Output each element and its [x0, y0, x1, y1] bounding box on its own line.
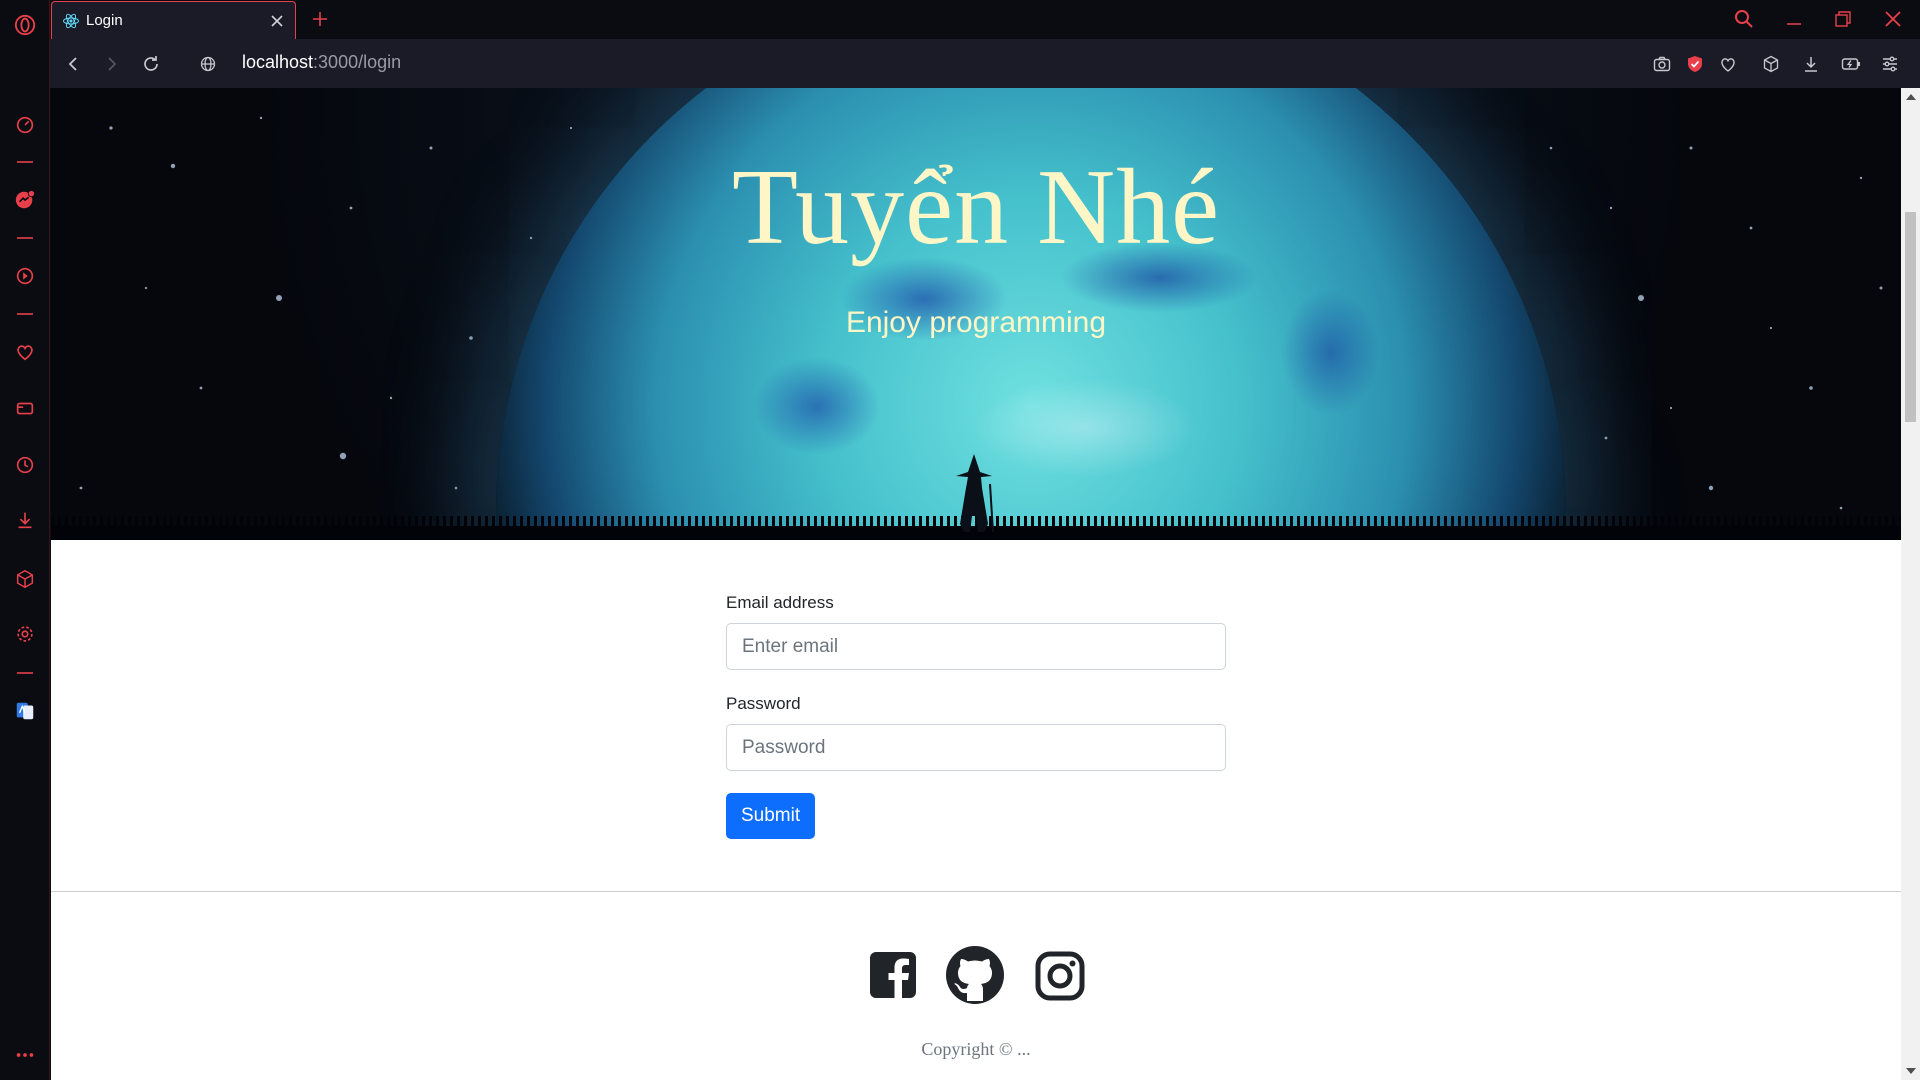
scroll-up-arrow-icon[interactable]: [1906, 94, 1916, 100]
tabs-icon[interactable]: [12, 396, 38, 422]
instagram-icon[interactable]: [1034, 950, 1086, 1002]
address-bar-row: localhost:3000/login: [50, 39, 1920, 88]
opera-logo-icon[interactable]: [12, 12, 38, 38]
back-arrow-icon[interactable]: [60, 51, 86, 77]
history-icon[interactable]: [12, 452, 38, 478]
tab-login[interactable]: Login: [51, 1, 296, 39]
tab-strip: Login: [50, 0, 1920, 39]
minimize-icon[interactable]: [1777, 6, 1811, 32]
more-options-icon[interactable]: [12, 1042, 38, 1068]
footer-divider: [51, 891, 1901, 892]
sidebar-separator: [17, 313, 33, 315]
close-window-icon[interactable]: [1876, 6, 1910, 32]
new-tab-icon[interactable]: [308, 7, 332, 31]
github-icon[interactable]: [944, 944, 1006, 1006]
facebook-icon[interactable]: [868, 950, 918, 1000]
search-tabs-icon[interactable]: [1727, 6, 1761, 32]
extensions-icon[interactable]: [12, 566, 38, 592]
settings-gear-icon[interactable]: [12, 621, 38, 647]
hero-title: Tuyển Nhé: [731, 148, 1221, 267]
witch-silhouette: [956, 454, 994, 533]
sidebar-separator: [17, 237, 33, 239]
url-host: localhost: [242, 52, 314, 72]
download-icon[interactable]: [1799, 52, 1823, 76]
sidebar-separator: [17, 672, 33, 674]
login-form: Email address Password Submit: [726, 593, 1226, 839]
speed-dial-icon[interactable]: [12, 112, 38, 138]
url-field[interactable]: localhost:3000/login: [242, 52, 401, 73]
restore-icon[interactable]: [1826, 6, 1860, 32]
sidebar-separator: [17, 161, 33, 163]
password-field[interactable]: [726, 724, 1226, 771]
submit-button[interactable]: Submit: [726, 793, 816, 839]
password-label: Password: [726, 694, 801, 713]
extensions-cube-icon[interactable]: [1759, 52, 1783, 76]
bookmark-heart-icon[interactable]: [1716, 52, 1740, 76]
hero-subtitle: Enjoy programming: [845, 306, 1107, 339]
snapshot-camera-icon[interactable]: [1650, 52, 1674, 76]
heart-icon[interactable]: [12, 339, 38, 365]
email-label: Email address: [726, 593, 834, 612]
react-icon: [63, 13, 79, 28]
browser-sidebar: [0, 0, 50, 1080]
player-icon[interactable]: [12, 263, 38, 289]
easy-setup-sliders-icon[interactable]: [1878, 52, 1902, 76]
forward-arrow-icon[interactable]: [99, 51, 125, 77]
downloads-icon[interactable]: [12, 507, 38, 533]
scrollbar-thumb[interactable]: [1905, 212, 1916, 422]
copyright-text: Copyright © ...: [921, 1039, 1031, 1059]
battery-saver-icon[interactable]: [1839, 52, 1863, 76]
scroll-down-arrow-icon[interactable]: [1906, 1068, 1916, 1074]
globe-icon[interactable]: [195, 51, 221, 77]
close-tab-icon[interactable]: [267, 11, 287, 31]
messenger-icon[interactable]: [12, 187, 38, 213]
reload-icon[interactable]: [138, 51, 164, 77]
page-viewport: Tuyển Nhé Enjoy programming Email addres…: [51, 88, 1901, 1080]
url-path: :3000/login: [313, 52, 402, 72]
tab-title: Login: [86, 12, 123, 29]
adblock-shield-icon[interactable]: [1683, 52, 1707, 76]
email-field[interactable]: [726, 623, 1226, 670]
page-scrollbar[interactable]: [1901, 88, 1920, 1080]
hero-banner: Tuyển Nhé Enjoy programming: [51, 88, 1901, 540]
translate-extension-icon[interactable]: [12, 698, 38, 724]
